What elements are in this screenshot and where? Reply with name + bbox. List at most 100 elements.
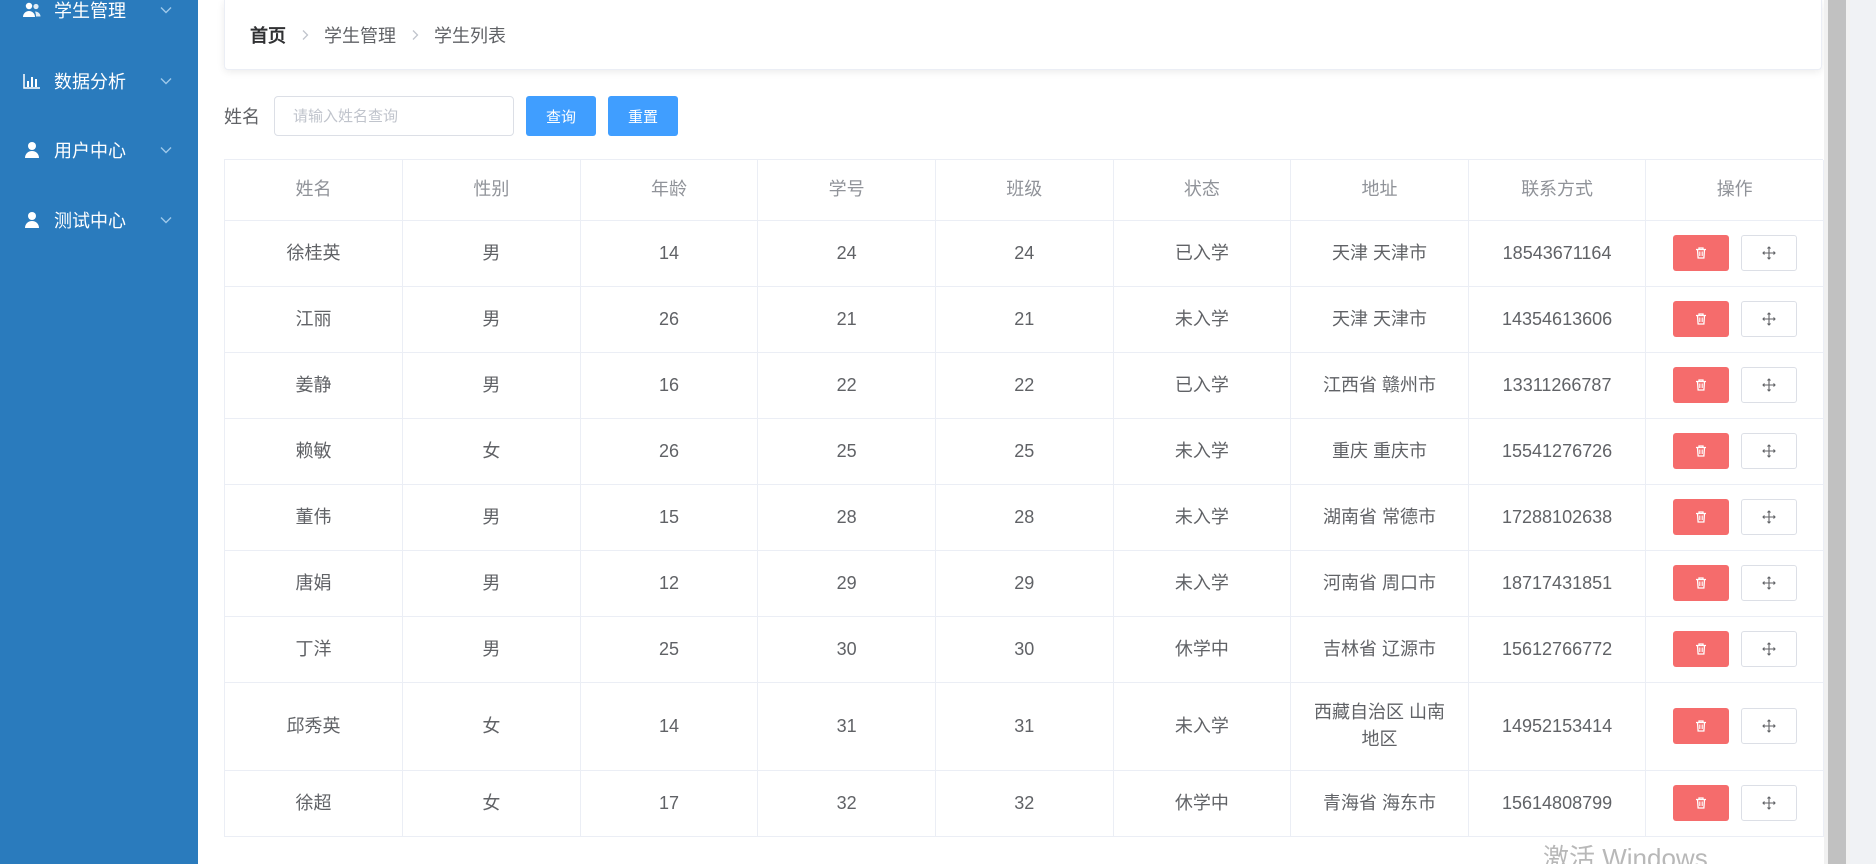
move-icon — [1761, 312, 1776, 326]
user-icon — [25, 142, 39, 158]
move-button[interactable] — [1740, 785, 1797, 821]
cell-actions — [1645, 418, 1824, 485]
move-button[interactable] — [1740, 235, 1797, 271]
table-row: 徐桂英 男 14 24 24 已入学 天津 天津市 18543671164 — [225, 220, 1824, 287]
query-button[interactable]: 查询 — [526, 96, 596, 136]
table-body: 徐桂英 男 14 24 24 已入学 天津 天津市 18543671164 江丽… — [225, 220, 1824, 837]
delete-button[interactable] — [1672, 708, 1729, 744]
table-row: 赖敏 女 26 25 25 未入学 重庆 重庆市 15541276726 — [225, 418, 1824, 485]
breadcrumb: 首页 学生管理 学生列表 — [224, 0, 1822, 70]
cell-class: 29 — [935, 550, 1114, 617]
cell-age: 16 — [580, 352, 759, 419]
column-header: 操作 — [1645, 160, 1824, 221]
cell-address: 吉林省 辽源市 — [1290, 616, 1469, 683]
cell-status: 已入学 — [1113, 352, 1292, 419]
cell-age: 17 — [580, 770, 759, 837]
delete-button[interactable] — [1672, 433, 1729, 469]
cell-phone: 17288102638 — [1468, 484, 1647, 551]
column-header: 班级 — [935, 160, 1114, 221]
breadcrumb-student-management[interactable]: 学生管理 — [324, 22, 396, 48]
cell-actions — [1645, 484, 1824, 551]
cell-phone: 18717431851 — [1468, 550, 1647, 617]
column-header: 状态 — [1113, 160, 1292, 221]
sidebar-item-test-center[interactable]: 测试中心 — [0, 200, 198, 240]
cell-address: 湖南省 常德市 — [1290, 484, 1469, 551]
sidebar-item-data-analysis[interactable]: 数据分析 — [0, 61, 198, 101]
main-content: 首页 学生管理 学生列表 姓名 查询 重置 姓名 性别 年龄 学号 班级 状态 — [198, 0, 1850, 864]
cell-actions — [1645, 352, 1824, 419]
move-button[interactable] — [1740, 367, 1797, 403]
cell-student-id: 24 — [757, 220, 936, 287]
move-icon — [1761, 719, 1776, 733]
cell-address: 重庆 重庆市 — [1290, 418, 1469, 485]
trash-icon — [1695, 643, 1706, 655]
scrollbar-thumb[interactable] — [1828, 0, 1846, 864]
delete-button[interactable] — [1672, 301, 1729, 337]
move-button[interactable] — [1740, 708, 1797, 744]
table-row: 丁洋 男 25 30 30 休学中 吉林省 辽源市 15612766772 — [225, 616, 1824, 683]
cell-class: 28 — [935, 484, 1114, 551]
cell-actions — [1645, 220, 1824, 287]
cell-age: 14 — [580, 682, 759, 771]
cell-status: 未入学 — [1113, 286, 1292, 353]
sidebar-item-label: 学生管理 — [54, 1, 126, 21]
cell-status: 未入学 — [1113, 418, 1292, 485]
cell-gender: 男 — [402, 352, 581, 419]
table-row: 董伟 男 15 28 28 未入学 湖南省 常德市 17288102638 — [225, 484, 1824, 551]
table-row: 徐超 女 17 32 32 休学中 青海省 海东市 15614808799 — [225, 770, 1824, 837]
column-header: 学号 — [757, 160, 936, 221]
cell-actions — [1645, 616, 1824, 683]
cell-gender: 男 — [402, 550, 581, 617]
search-bar: 姓名 查询 重置 — [224, 96, 678, 136]
cell-age: 15 — [580, 484, 759, 551]
column-header: 年龄 — [580, 160, 759, 221]
delete-button[interactable] — [1672, 785, 1729, 821]
cell-student-id: 21 — [757, 286, 936, 353]
cell-actions — [1645, 682, 1824, 771]
cell-address: 江西省 赣州市 — [1290, 352, 1469, 419]
cell-status: 未入学 — [1113, 550, 1292, 617]
cell-phone: 15614808799 — [1468, 770, 1647, 837]
move-button[interactable] — [1740, 433, 1797, 469]
trash-icon — [1695, 577, 1706, 589]
cell-phone: 18543671164 — [1468, 220, 1647, 287]
chevron-down-icon — [160, 78, 172, 85]
cell-status: 休学中 — [1113, 616, 1292, 683]
cell-age: 25 — [580, 616, 759, 683]
cell-gender: 男 — [402, 616, 581, 683]
cell-student-id: 30 — [757, 616, 936, 683]
cell-student-id: 22 — [757, 352, 936, 419]
chevron-right-icon — [412, 29, 419, 40]
sidebar-item-student-management[interactable]: 学生管理 — [0, 0, 198, 30]
reset-button[interactable]: 重置 — [608, 96, 678, 136]
move-icon — [1761, 796, 1776, 810]
move-icon — [1761, 444, 1776, 458]
cell-class: 31 — [935, 682, 1114, 771]
trash-icon — [1695, 313, 1706, 325]
move-button[interactable] — [1740, 565, 1797, 601]
move-button[interactable] — [1740, 631, 1797, 667]
move-icon — [1761, 510, 1776, 524]
cell-student-id: 28 — [757, 484, 936, 551]
cell-age: 12 — [580, 550, 759, 617]
move-button[interactable] — [1740, 499, 1797, 535]
delete-button[interactable] — [1672, 367, 1729, 403]
delete-button[interactable] — [1672, 631, 1729, 667]
breadcrumb-home[interactable]: 首页 — [250, 22, 286, 48]
cell-actions — [1645, 770, 1824, 837]
sidebar-item-user-center[interactable]: 用户中心 — [0, 130, 198, 170]
search-input[interactable] — [274, 96, 514, 136]
move-icon — [1761, 576, 1776, 590]
cell-gender: 女 — [402, 770, 581, 837]
move-button[interactable] — [1740, 301, 1797, 337]
column-header: 姓名 — [225, 160, 404, 221]
vertical-scrollbar[interactable] — [1824, 0, 1850, 864]
cell-address: 西藏自治区 山南地区 — [1290, 682, 1469, 771]
delete-button[interactable] — [1672, 235, 1729, 271]
cell-name: 赖敏 — [225, 418, 404, 485]
column-header: 地址 — [1290, 160, 1469, 221]
delete-button[interactable] — [1672, 499, 1729, 535]
cell-class: 21 — [935, 286, 1114, 353]
cell-address: 天津 天津市 — [1290, 286, 1469, 353]
delete-button[interactable] — [1672, 565, 1729, 601]
